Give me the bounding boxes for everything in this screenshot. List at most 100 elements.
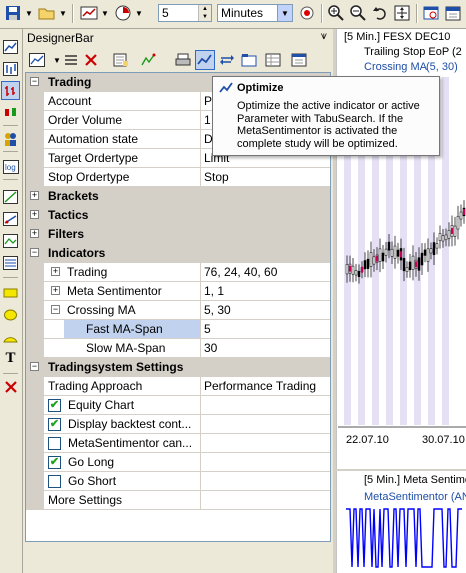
meta-sentimentor-chart[interactable]: [5 Min.] Meta Sentimen MetaSentimentor (… bbox=[336, 471, 466, 573]
collapse-icon[interactable]: − bbox=[30, 248, 39, 257]
zoom-out-icon[interactable] bbox=[347, 3, 369, 23]
row-equity-chart[interactable]: ✔ Equity Chart bbox=[26, 396, 330, 415]
row-more-settings[interactable]: More Settings bbox=[26, 491, 330, 510]
log-scale-icon[interactable]: log bbox=[1, 157, 20, 176]
date-label-1: 22.07.10 bbox=[346, 434, 389, 446]
row-indicator-trading[interactable]: + Trading 76, 24, 40, 60 bbox=[26, 263, 330, 282]
open-dropdown-icon[interactable]: ▼ bbox=[58, 3, 68, 23]
undo-zoom-icon[interactable] bbox=[369, 3, 391, 23]
rectangle-tool-icon[interactable] bbox=[1, 283, 20, 302]
record-icon[interactable] bbox=[296, 3, 318, 23]
checkbox[interactable]: ✔ bbox=[48, 418, 61, 431]
trend-up-icon[interactable] bbox=[1, 187, 20, 206]
row-meta-sentimentor[interactable]: + Meta Sentimentor 1, 1 bbox=[26, 282, 330, 301]
zoom-in-icon[interactable] bbox=[325, 3, 347, 23]
row-stop-ordertype[interactable]: Stop Ordertype Stop bbox=[26, 168, 330, 187]
report-icon[interactable] bbox=[111, 50, 131, 70]
trend-line-icon[interactable] bbox=[1, 209, 20, 228]
add-indicator-icon[interactable] bbox=[27, 50, 47, 70]
row-trading-approach[interactable]: Trading Approach Performance Trading bbox=[26, 377, 330, 396]
candle-body bbox=[444, 234, 448, 241]
property-value[interactable]: 5, 30 bbox=[204, 303, 231, 317]
timeframe-dropdown-icon[interactable]: ▼ bbox=[277, 5, 292, 21]
expand-icon[interactable]: + bbox=[30, 191, 39, 200]
users-icon[interactable] bbox=[1, 129, 20, 148]
move-icon[interactable] bbox=[391, 3, 413, 23]
expand-icon[interactable]: + bbox=[30, 210, 39, 219]
calendar-icon[interactable] bbox=[442, 3, 464, 23]
clock-dropdown-icon[interactable]: ▼ bbox=[134, 3, 144, 23]
bar-chart-icon[interactable] bbox=[1, 59, 20, 78]
save-dropdown-icon[interactable]: ▼ bbox=[24, 3, 34, 23]
candlestick-chart-icon[interactable] bbox=[1, 103, 20, 122]
row-go-long[interactable]: ✔ Go Long bbox=[26, 453, 330, 472]
checkbox[interactable]: ✔ bbox=[48, 399, 61, 412]
pin-icon[interactable]: ⩛ bbox=[321, 30, 327, 43]
property-value[interactable]: Stop bbox=[204, 170, 229, 184]
property-value[interactable]: 1 bbox=[204, 113, 211, 127]
grid-settings-icon[interactable] bbox=[263, 50, 283, 70]
info-icon[interactable] bbox=[289, 50, 309, 70]
walk-forward-icon[interactable] bbox=[217, 50, 237, 70]
text-tool-icon[interactable]: T bbox=[1, 349, 20, 368]
expand-icon[interactable]: + bbox=[51, 267, 60, 276]
arc-tool-icon[interactable] bbox=[1, 327, 20, 346]
drawing-toolbar: log T bbox=[0, 29, 23, 573]
row-slow-ma-span[interactable]: Slow MA-Span 30 bbox=[26, 339, 330, 358]
remove-indicator-icon[interactable] bbox=[81, 50, 101, 70]
category-tradingsystem-settings[interactable]: − Tradingsystem Settings bbox=[26, 358, 330, 377]
save-icon[interactable] bbox=[2, 3, 24, 23]
property-label: Order Volume bbox=[48, 113, 123, 127]
property-value[interactable]: 76, 24, 40, 60 bbox=[204, 265, 277, 279]
tooltip-title: Optimize bbox=[237, 82, 284, 94]
collapse-icon[interactable]: − bbox=[51, 305, 60, 314]
list-view-icon[interactable] bbox=[61, 50, 81, 70]
category-tactics[interactable]: + Tactics bbox=[26, 206, 330, 225]
candle-body bbox=[357, 270, 361, 278]
property-label: Target Ordertype bbox=[48, 151, 139, 165]
timeframe-select[interactable]: Minutes ▼ bbox=[217, 4, 293, 22]
optimize-button[interactable] bbox=[195, 50, 215, 70]
candle-body bbox=[429, 248, 433, 254]
line-chart-icon[interactable] bbox=[1, 37, 20, 56]
property-label: Trading bbox=[67, 265, 108, 279]
signal-chart-icon[interactable] bbox=[139, 50, 159, 70]
row-display-backtest[interactable]: ✔ Display backtest cont... bbox=[26, 415, 330, 434]
category-filters[interactable]: + Filters bbox=[26, 225, 330, 244]
row-metasentimentor-can[interactable]: MetaSentimentor can... bbox=[26, 434, 330, 453]
channel-icon[interactable] bbox=[1, 231, 20, 250]
expand-icon[interactable]: + bbox=[30, 229, 39, 238]
property-value[interactable]: P bbox=[204, 94, 212, 108]
candle-body bbox=[402, 257, 406, 272]
collapse-icon[interactable]: − bbox=[30, 77, 39, 86]
row-crossing-ma[interactable]: − Crossing MA 5, 30 bbox=[26, 301, 330, 320]
clock-icon[interactable] bbox=[112, 3, 134, 23]
collapse-icon[interactable]: − bbox=[30, 362, 39, 371]
expand-icon[interactable]: + bbox=[51, 286, 60, 295]
spin-arrows-icon[interactable]: ▲ ▼ bbox=[198, 5, 211, 21]
tabs-icon[interactable] bbox=[239, 50, 259, 70]
bar-count-spinner[interactable]: 5 ▲ ▼ bbox=[158, 4, 212, 22]
property-value[interactable]: 5 bbox=[204, 322, 211, 336]
row-go-short[interactable]: Go Short bbox=[26, 472, 330, 491]
print-icon[interactable] bbox=[173, 50, 193, 70]
delete-drawings-icon[interactable] bbox=[1, 377, 20, 396]
date-label-2: 30.07.10 bbox=[422, 434, 465, 446]
property-value[interactable]: Performance Trading bbox=[204, 379, 316, 393]
chart-dropdown-icon[interactable]: ▼ bbox=[100, 3, 110, 23]
checkbox[interactable] bbox=[48, 437, 61, 450]
ellipse-tool-icon[interactable] bbox=[1, 305, 20, 324]
category-brackets[interactable]: + Brackets bbox=[26, 187, 330, 206]
property-value[interactable]: 30 bbox=[204, 341, 217, 355]
fibonacci-icon[interactable] bbox=[1, 253, 20, 272]
open-folder-icon[interactable] bbox=[36, 3, 58, 23]
chart-window-icon[interactable] bbox=[78, 3, 100, 23]
window-refresh-icon[interactable] bbox=[420, 3, 442, 23]
checkbox[interactable] bbox=[48, 475, 61, 488]
checkbox[interactable]: ✔ bbox=[48, 456, 61, 469]
property-value[interactable]: 1, 1 bbox=[204, 284, 224, 298]
row-fast-ma-span[interactable]: Fast MA-Span 5 bbox=[26, 320, 330, 339]
ohlc-chart-icon[interactable] bbox=[1, 81, 20, 100]
category-indicators[interactable]: − Indicators bbox=[26, 244, 330, 263]
designer-toolbar: ▼ bbox=[23, 48, 333, 72]
